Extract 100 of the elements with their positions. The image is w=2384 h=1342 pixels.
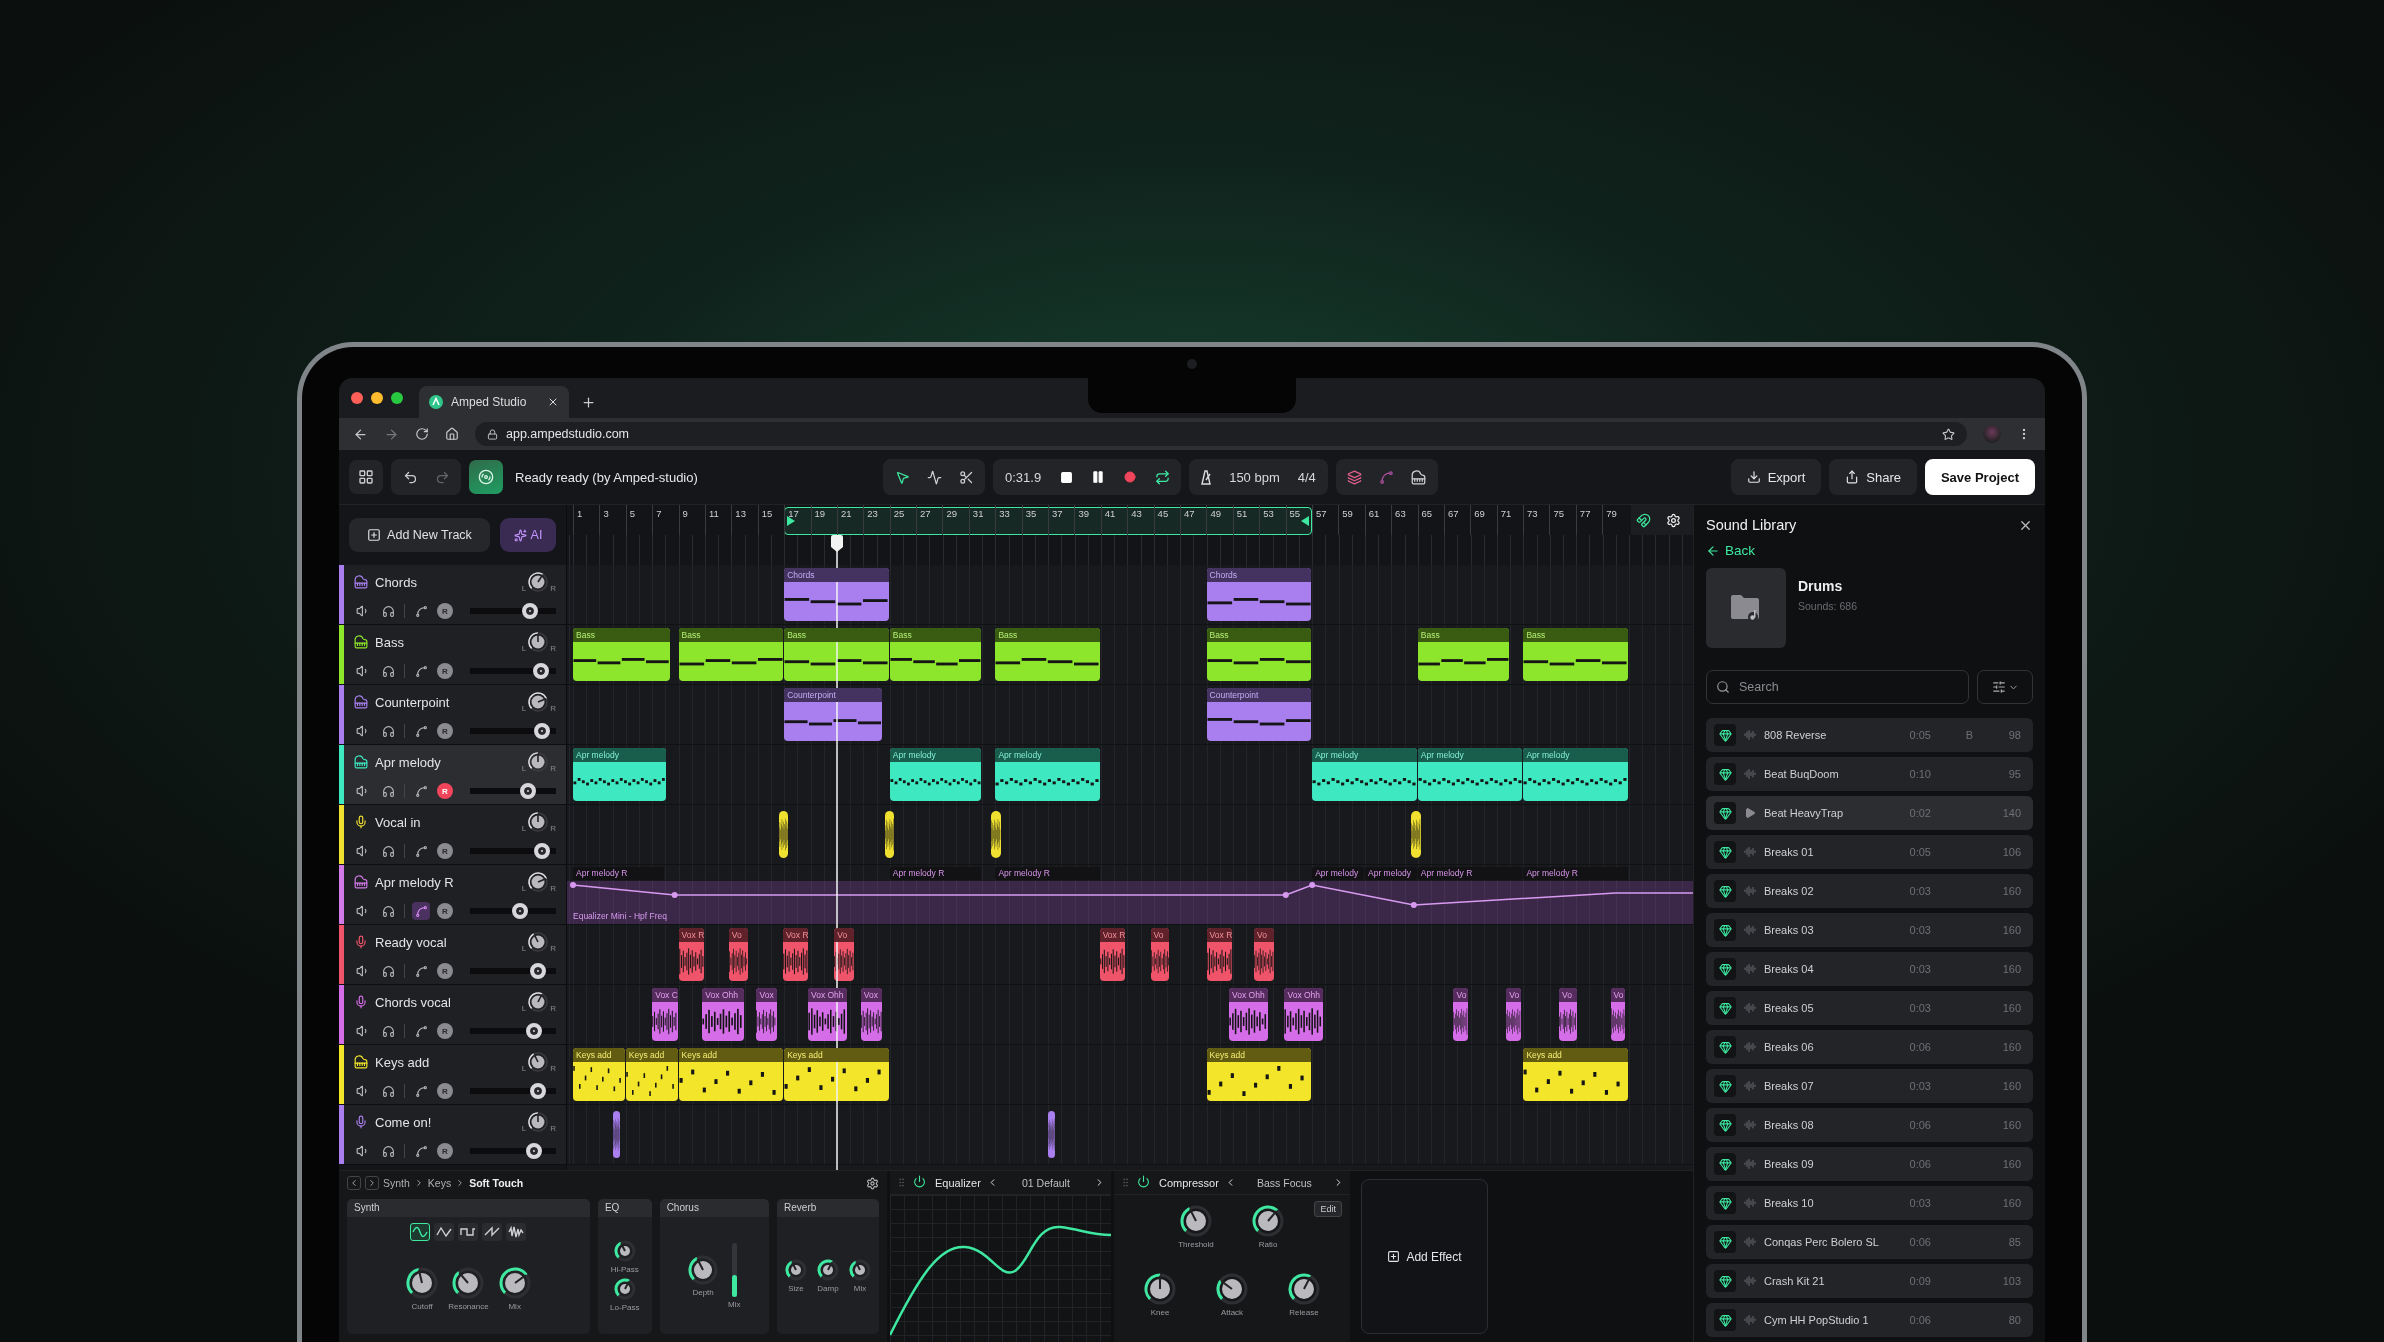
clip[interactable]: Apr melody bbox=[1312, 748, 1417, 801]
track-header[interactable]: Bass L R R bbox=[339, 625, 566, 685]
sound-item[interactable]: Breaks 03 0:03 160 bbox=[1706, 913, 2033, 947]
clip[interactable]: Bass bbox=[889, 628, 982, 681]
track-header[interactable]: Come on! L R R bbox=[339, 1105, 566, 1165]
record-arm-button[interactable]: R bbox=[437, 1143, 453, 1159]
clip[interactable]: Vo bbox=[728, 928, 748, 981]
clip[interactable]: Bass bbox=[678, 628, 784, 681]
clip[interactable]: Vox Ohh bbox=[1284, 988, 1324, 1041]
sound-item[interactable]: Breaks 01 0:05 106 bbox=[1706, 835, 2033, 869]
record-arm-button[interactable]: R bbox=[437, 1083, 453, 1099]
clip-label[interactable]: Apr melody R bbox=[573, 867, 665, 880]
track-header[interactable]: Ready vocal L R R bbox=[339, 925, 566, 985]
clip[interactable]: Counterpoint bbox=[784, 688, 883, 741]
track-header[interactable]: Counterpoint L R R bbox=[339, 685, 566, 745]
clip[interactable]: Keys add bbox=[573, 1048, 625, 1101]
edit-button[interactable]: Edit bbox=[1314, 1201, 1342, 1217]
clip[interactable]: Apr melody bbox=[995, 748, 1100, 801]
clip[interactable]: Chords bbox=[784, 568, 889, 621]
clip[interactable]: Vox R bbox=[782, 928, 809, 981]
sound-item[interactable]: Breaks 09 0:06 160 bbox=[1706, 1147, 2033, 1181]
clip-label[interactable]: Apr melody bbox=[1365, 867, 1417, 880]
track-header[interactable]: Apr melody R L R R bbox=[339, 865, 566, 925]
clip[interactable]: Apr melody bbox=[573, 748, 666, 801]
sound-item[interactable]: Breaks 02 0:03 160 bbox=[1706, 874, 2033, 908]
record-arm-button[interactable]: R bbox=[437, 663, 453, 679]
clip[interactable]: Vox Ohh bbox=[1229, 988, 1268, 1041]
clip[interactable]: Keys add bbox=[1206, 1048, 1312, 1101]
clip[interactable]: Bass bbox=[1206, 628, 1312, 681]
clip[interactable]: Chords bbox=[1206, 568, 1312, 621]
clip[interactable]: Bass bbox=[784, 628, 889, 681]
record-arm-button[interactable]: R bbox=[437, 723, 453, 739]
browser-tab[interactable]: Amped Studio bbox=[419, 386, 569, 418]
clip[interactable]: Vo bbox=[1254, 928, 1275, 981]
clip[interactable]: Apr melody bbox=[1523, 748, 1628, 801]
track-header[interactable]: Apr melody L R R bbox=[339, 745, 566, 805]
record-arm-button[interactable]: R bbox=[437, 1023, 453, 1039]
clip[interactable]: Vo bbox=[1453, 988, 1469, 1041]
clip[interactable]: Bass bbox=[995, 628, 1100, 681]
sound-item[interactable]: Breaks 08 0:06 160 bbox=[1706, 1108, 2033, 1142]
clip[interactable]: Vo bbox=[834, 928, 855, 981]
record-arm-button[interactable]: R bbox=[437, 843, 453, 859]
clip[interactable]: Apr melody bbox=[1417, 748, 1523, 801]
track-header[interactable]: Vocal in L R R bbox=[339, 805, 566, 865]
record-arm-button[interactable]: R bbox=[437, 603, 453, 619]
clip[interactable]: Vox Ohh bbox=[807, 988, 847, 1041]
clip[interactable]: Vo bbox=[1506, 988, 1522, 1041]
tempo-display[interactable]: 150 bpm bbox=[1221, 469, 1288, 485]
record-arm-button[interactable]: R bbox=[437, 903, 453, 919]
clip-label[interactable]: Apr melody R bbox=[889, 867, 982, 880]
clip-label[interactable]: Apr melody R bbox=[995, 867, 1100, 880]
sound-item[interactable]: Breaks 07 0:03 160 bbox=[1706, 1069, 2033, 1103]
sound-item[interactable]: Breaks 10 0:03 160 bbox=[1706, 1186, 2033, 1220]
clip[interactable]: Keys add bbox=[678, 1048, 784, 1101]
clip[interactable]: Vox C bbox=[652, 988, 678, 1041]
clip-label[interactable]: Apr melody R bbox=[1523, 867, 1628, 880]
breadcrumb-item[interactable]: Keys bbox=[427, 1177, 452, 1189]
clip[interactable]: Vo bbox=[1150, 928, 1170, 981]
clip-label[interactable]: Apr melody R bbox=[1417, 867, 1523, 880]
sound-item[interactable]: Breaks 06 0:06 160 bbox=[1706, 1030, 2033, 1064]
breadcrumb-item[interactable]: Soft Touch bbox=[469, 1177, 524, 1189]
sound-item[interactable]: Breaks 04 0:03 160 bbox=[1706, 952, 2033, 986]
clip[interactable]: Bass bbox=[1523, 628, 1628, 681]
breadcrumb-item[interactable]: Synth bbox=[383, 1177, 410, 1189]
clip[interactable]: Keys add bbox=[784, 1048, 889, 1101]
track-header[interactable]: Chords vocal L R R bbox=[339, 985, 566, 1045]
clip-label[interactable]: Apr melody bbox=[1312, 867, 1364, 880]
time-signature[interactable]: 4/4 bbox=[1289, 469, 1324, 485]
clip[interactable]: Keys add bbox=[1523, 1048, 1628, 1101]
sound-item[interactable]: Beat BuqDoom 0:10 95 bbox=[1706, 757, 2033, 791]
record-arm-button[interactable]: R bbox=[437, 963, 453, 979]
clip[interactable]: Vox R bbox=[1099, 928, 1126, 981]
sound-item[interactable]: Conqas Perc Bolero SL 0:06 85 bbox=[1706, 1225, 2033, 1259]
add-effect-button[interactable]: Add Effect bbox=[1361, 1179, 1488, 1334]
clip[interactable]: Bass bbox=[1417, 628, 1510, 681]
clip[interactable]: Vo bbox=[1610, 988, 1626, 1041]
clip[interactable]: Apr melody bbox=[889, 748, 982, 801]
track-header[interactable]: Keys add L R R bbox=[339, 1045, 566, 1105]
clip[interactable]: Vo bbox=[1559, 988, 1577, 1041]
ai-button[interactable]: AI bbox=[500, 518, 556, 552]
clip[interactable]: Vox R bbox=[1206, 928, 1232, 981]
clip[interactable]: Vox bbox=[756, 988, 777, 1041]
save-button[interactable]: Save Project bbox=[1924, 459, 2035, 495]
sound-item[interactable]: Crash Kit 21 0:09 103 bbox=[1706, 1264, 2033, 1298]
clip[interactable]: Vox R bbox=[678, 928, 704, 981]
clip[interactable]: Keys add bbox=[625, 1048, 678, 1101]
add-track-button[interactable]: Add New Track bbox=[349, 518, 490, 552]
share-button[interactable]: Share bbox=[1829, 459, 1917, 495]
sound-item[interactable]: 808 Reverse 0:05 B 98 bbox=[1706, 718, 2033, 752]
address-field[interactable]: app.ampedstudio.com bbox=[475, 422, 1967, 446]
sound-item[interactable]: Cym HH PopStudio 1 0:06 80 bbox=[1706, 1303, 2033, 1337]
clip[interactable]: Vox bbox=[860, 988, 883, 1041]
sound-item[interactable]: Breaks 05 0:03 160 bbox=[1706, 991, 2033, 1025]
clip[interactable]: Counterpoint bbox=[1206, 688, 1312, 741]
record-arm-button[interactable]: R bbox=[437, 783, 453, 799]
sound-item[interactable]: Beat HeavyTrap 0:02 140 bbox=[1706, 796, 2033, 830]
track-header[interactable]: Chords L R R bbox=[339, 565, 566, 625]
clip[interactable]: Bass bbox=[573, 628, 670, 681]
clip[interactable]: Vox Ohh bbox=[702, 988, 744, 1041]
search-field[interactable]: Search bbox=[1706, 670, 1969, 704]
